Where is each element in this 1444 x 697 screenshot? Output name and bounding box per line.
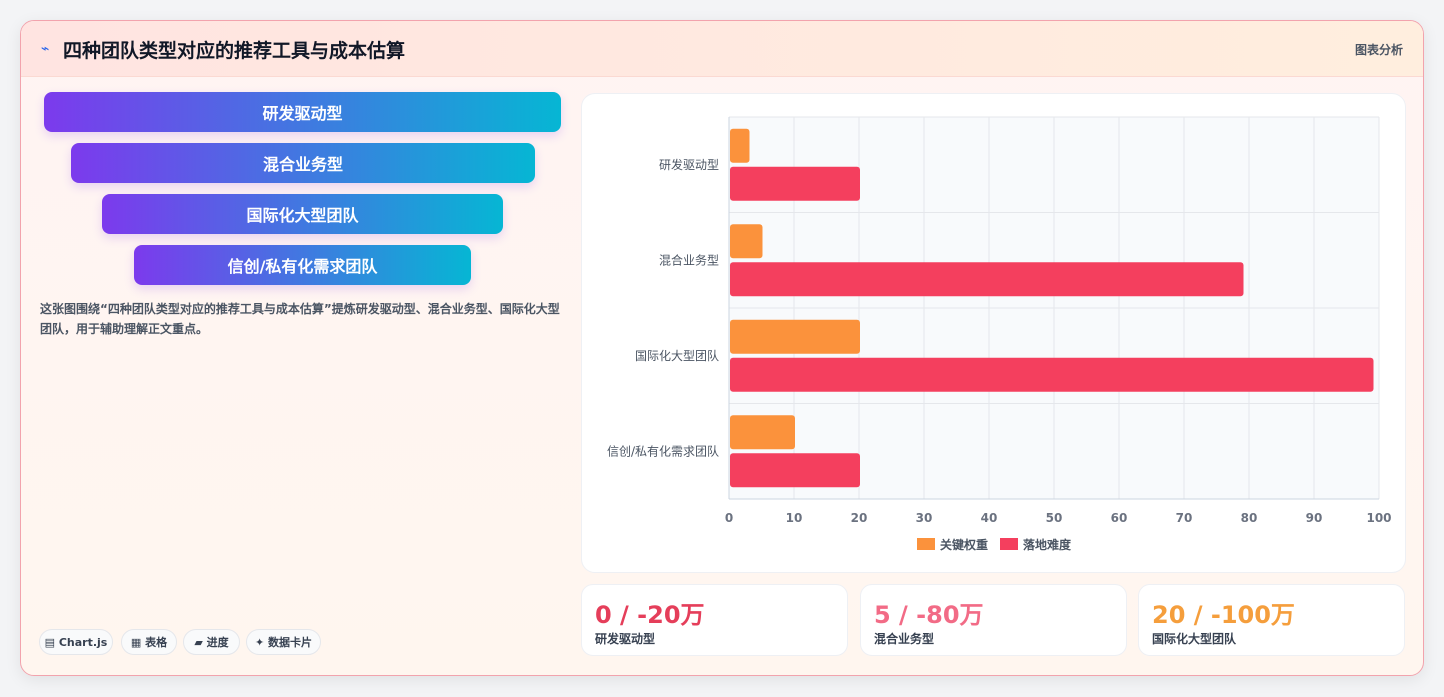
main-panel: ⌁ 四种团队类型对应的推荐工具与成本估算 图表分析 研发驱动型 混合业务型 国际…	[20, 20, 1424, 676]
bar-chart: 0 10 20 30 40 50 60 70 80 90 100 研发驱动型混合业务型国际化大型团队信…	[607, 116, 1392, 552]
stat-label: 国际化大型团队	[1152, 632, 1237, 646]
header: ⌁ 四种团队类型对应的推荐工具与成本估算 图表分析	[21, 21, 1423, 77]
stat-card-hybrid: 5 / -80万 混合业务型	[860, 584, 1127, 656]
funnel-item-international: 国际化大型团队	[102, 194, 503, 234]
stat-value: 5 / -80万	[874, 601, 984, 629]
funnel-item-rd: 研发驱动型	[44, 92, 561, 132]
y-tick-label: 国际化大型团队	[635, 348, 719, 363]
stat-value: 0 / -20万	[595, 601, 705, 629]
x-tick-label: 20	[851, 511, 868, 525]
bar-difficulty	[730, 357, 1374, 392]
x-tick-label: 60	[1111, 511, 1128, 525]
chart-analysis-link[interactable]: 图表分析	[1355, 41, 1403, 58]
bar-difficulty	[730, 166, 860, 201]
tag-chartjs[interactable]: ▤ Chart.js	[39, 629, 113, 655]
tag-progress[interactable]: ▰ 进度	[183, 629, 240, 655]
x-tick-label: 10	[786, 511, 803, 525]
legend-label: 落地难度	[1023, 537, 1072, 552]
bar-difficulty	[730, 453, 860, 488]
bar-weight	[730, 224, 763, 259]
x-tick-label: 0	[725, 511, 733, 525]
stat-card-rd: 0 / -20万 研发驱动型	[581, 584, 848, 656]
description: 这张图围绕“四种团队类型对应的推荐工具与成本估算”提炼研发驱动型、混合业务型、国…	[40, 302, 560, 336]
legend-swatch	[1000, 538, 1018, 550]
stat-label: 混合业务型	[874, 632, 935, 646]
lightning-icon: ⌁	[41, 41, 50, 57]
x-tick-label: 40	[981, 511, 998, 525]
bar-weight	[730, 128, 750, 163]
tag-table[interactable]: ▦ 表格	[121, 629, 177, 655]
bar-difficulty	[730, 262, 1244, 297]
funnel-item-hybrid: 混合业务型	[71, 143, 535, 183]
stat-label: 研发驱动型	[595, 632, 656, 646]
tag-data-card[interactable]: ✦ 数据卡片	[246, 629, 321, 655]
bar-weight	[730, 319, 860, 354]
chart-card: 0 10 20 30 40 50 60 70 80 90 100 研发驱动型混合业务型国际化大型团队信…	[581, 93, 1406, 573]
x-tick-label: 80	[1241, 511, 1258, 525]
y-tick-label: 研发驱动型	[659, 157, 719, 172]
stat-card-international: 20 / -100万 国际化大型团队	[1138, 584, 1405, 656]
y-tick-label: 信创/私有化需求团队	[607, 443, 719, 458]
x-tick-label: 30	[916, 511, 933, 525]
legend-label: 关键权重	[940, 537, 988, 552]
bar-weight	[730, 415, 795, 450]
funnel-item-xinchuang: 信创/私有化需求团队	[134, 245, 471, 285]
y-tick-label: 混合业务型	[659, 252, 719, 267]
x-tick-label: 50	[1046, 511, 1063, 525]
x-tick-label: 100	[1366, 511, 1391, 525]
page-title: 四种团队类型对应的推荐工具与成本估算	[63, 40, 406, 62]
x-tick-label: 70	[1176, 511, 1193, 525]
x-tick-label: 90	[1306, 511, 1323, 525]
legend-swatch	[917, 538, 935, 550]
stat-value: 20 / -100万	[1152, 601, 1295, 629]
